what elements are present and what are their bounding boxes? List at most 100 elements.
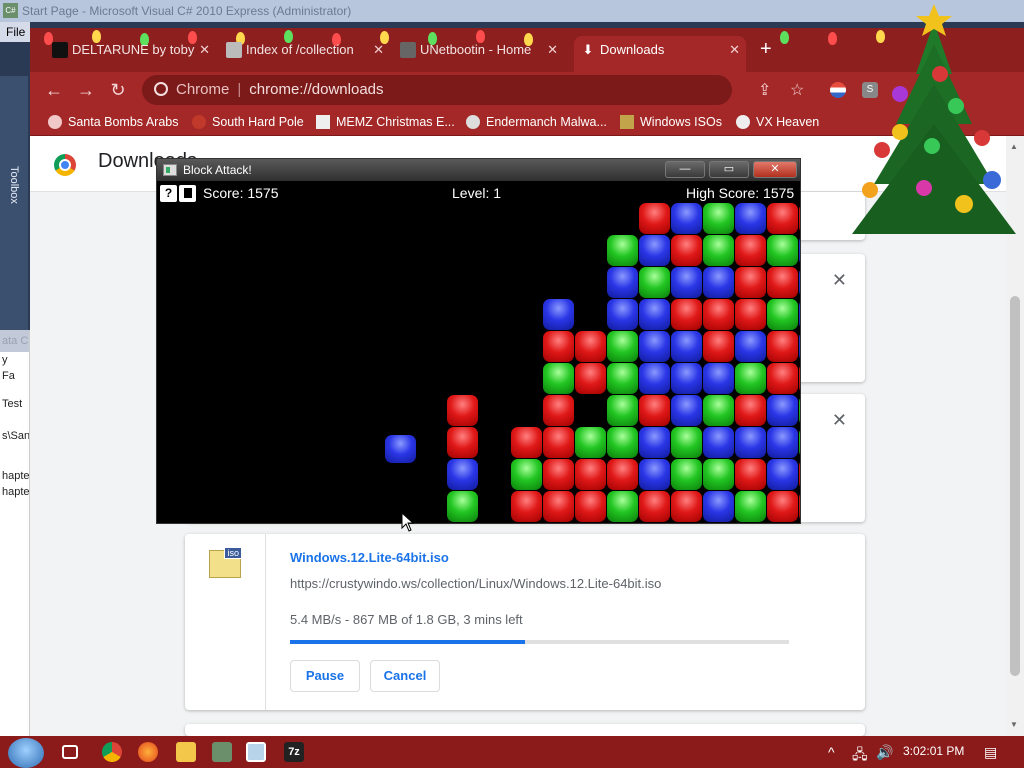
file-explorer-taskbar-icon[interactable] [176, 742, 196, 762]
tray-chevron-icon[interactable]: ^ [828, 744, 835, 760]
game-block[interactable] [799, 203, 800, 234]
game-block[interactable] [671, 331, 702, 362]
tab-index-of-collection[interactable]: Index of /collection ✕ [220, 36, 390, 72]
game-block[interactable] [543, 459, 574, 490]
game-block[interactable] [671, 299, 702, 330]
game-block[interactable] [735, 267, 766, 298]
game-block[interactable] [735, 395, 766, 426]
game-block[interactable] [607, 363, 638, 394]
game-block[interactable] [639, 203, 670, 234]
game-block[interactable] [703, 363, 734, 394]
block-attack-taskbar-icon[interactable] [246, 742, 266, 762]
game-block[interactable] [639, 331, 670, 362]
game-block[interactable] [639, 459, 670, 490]
game-block[interactable] [767, 203, 798, 234]
game-block[interactable] [639, 235, 670, 266]
game-block[interactable] [799, 427, 800, 458]
game-block[interactable] [607, 331, 638, 362]
game-block[interactable] [575, 427, 606, 458]
close-button[interactable]: ✕ [753, 161, 797, 178]
panel-row[interactable]: Test [0, 384, 29, 418]
game-block[interactable] [639, 299, 670, 330]
game-block[interactable] [639, 395, 670, 426]
panel-row[interactable]: s\San [0, 428, 29, 444]
game-block[interactable] [703, 299, 734, 330]
game-block[interactable] [607, 395, 638, 426]
visual-studio-taskbar-icon[interactable] [212, 742, 232, 762]
game-block[interactable] [543, 427, 574, 458]
tab-deltarune[interactable]: DELTARUNE by toby ✕ [46, 36, 216, 72]
download-source-url[interactable]: https://crustywindo.ws/collection/Linux/… [290, 576, 661, 591]
action-center-icon[interactable]: ▤ [984, 744, 997, 761]
tab-close-icon[interactable]: ✕ [547, 36, 558, 64]
tab-close-icon[interactable]: ✕ [729, 36, 740, 64]
tab-unetbootin[interactable]: UNetbootin - Home ✕ [394, 36, 564, 72]
game-block[interactable] [671, 363, 702, 394]
game-block[interactable] [575, 363, 606, 394]
game-block[interactable] [543, 491, 574, 522]
tab-close-icon[interactable]: ✕ [373, 36, 384, 64]
start-orb-button[interactable] [8, 738, 44, 768]
game-block[interactable] [735, 427, 766, 458]
game-block[interactable] [639, 267, 670, 298]
stop-button[interactable] [179, 185, 196, 202]
game-block[interactable] [607, 491, 638, 522]
bookmark-santa-bombs-arabs[interactable]: Santa Bombs Arabs [48, 108, 178, 136]
chrome-taskbar-icon[interactable] [102, 742, 122, 762]
download-filename-link[interactable]: Windows.12.Lite-64bit.iso [290, 550, 449, 565]
game-block[interactable] [735, 331, 766, 362]
scroll-down-icon[interactable]: ▼ [1010, 720, 1018, 729]
bookmark-south-hard-pole[interactable]: South Hard Pole [192, 108, 304, 136]
flag-extension-icon[interactable] [830, 82, 846, 98]
game-block[interactable] [735, 299, 766, 330]
game-block[interactable] [767, 235, 798, 266]
remove-download-icon[interactable]: ✕ [832, 410, 847, 431]
maximize-button[interactable]: ▭ [709, 161, 749, 178]
game-block[interactable] [671, 491, 702, 522]
game-block[interactable] [639, 491, 670, 522]
game-block[interactable] [607, 299, 638, 330]
game-block[interactable] [799, 331, 800, 362]
game-block[interactable] [767, 331, 798, 362]
game-block[interactable] [671, 395, 702, 426]
game-block[interactable] [607, 459, 638, 490]
game-block[interactable] [767, 363, 798, 394]
game-block[interactable] [447, 427, 478, 458]
game-block[interactable] [767, 427, 798, 458]
tab-close-icon[interactable]: ✕ [199, 36, 210, 64]
game-block[interactable] [639, 363, 670, 394]
bookmark-memz[interactable]: MEMZ Christmas E... [316, 108, 455, 136]
back-icon[interactable]: ← [44, 80, 64, 101]
game-block[interactable] [703, 459, 734, 490]
game-block[interactable] [671, 235, 702, 266]
falling-block[interactable] [385, 435, 416, 463]
forward-icon[interactable]: → [76, 80, 96, 101]
game-block[interactable] [543, 299, 574, 330]
game-block[interactable] [735, 491, 766, 522]
game-block[interactable] [735, 459, 766, 490]
network-icon[interactable]: 🖧 [852, 744, 868, 768]
remove-download-icon[interactable]: ✕ [832, 270, 847, 291]
game-block[interactable] [767, 395, 798, 426]
cancel-button[interactable]: Cancel [370, 660, 440, 692]
game-block[interactable] [767, 299, 798, 330]
scrollbar-thumb[interactable] [1010, 296, 1020, 676]
game-block[interactable] [607, 235, 638, 266]
game-block[interactable] [799, 299, 800, 330]
game-block[interactable] [735, 235, 766, 266]
firefox-taskbar-icon[interactable] [138, 742, 158, 762]
game-block[interactable] [799, 235, 800, 266]
game-block[interactable] [543, 395, 574, 426]
pause-button[interactable]: Pause [290, 660, 360, 692]
game-block[interactable] [703, 331, 734, 362]
tab-downloads[interactable]: ⬇ Downloads ✕ [574, 36, 746, 72]
game-block[interactable] [511, 459, 542, 490]
game-board[interactable]: ? Score: 1575 Level: 1 High Score: 1575 [157, 181, 800, 523]
game-block[interactable] [767, 491, 798, 522]
game-block[interactable] [703, 203, 734, 234]
new-tab-button[interactable]: + [760, 38, 772, 61]
game-block[interactable] [543, 331, 574, 362]
address-bar[interactable]: Chrome | chrome://downloads [142, 75, 732, 105]
game-block[interactable] [447, 395, 478, 426]
bookmark-endermanch[interactable]: Endermanch Malwa... [466, 108, 607, 136]
